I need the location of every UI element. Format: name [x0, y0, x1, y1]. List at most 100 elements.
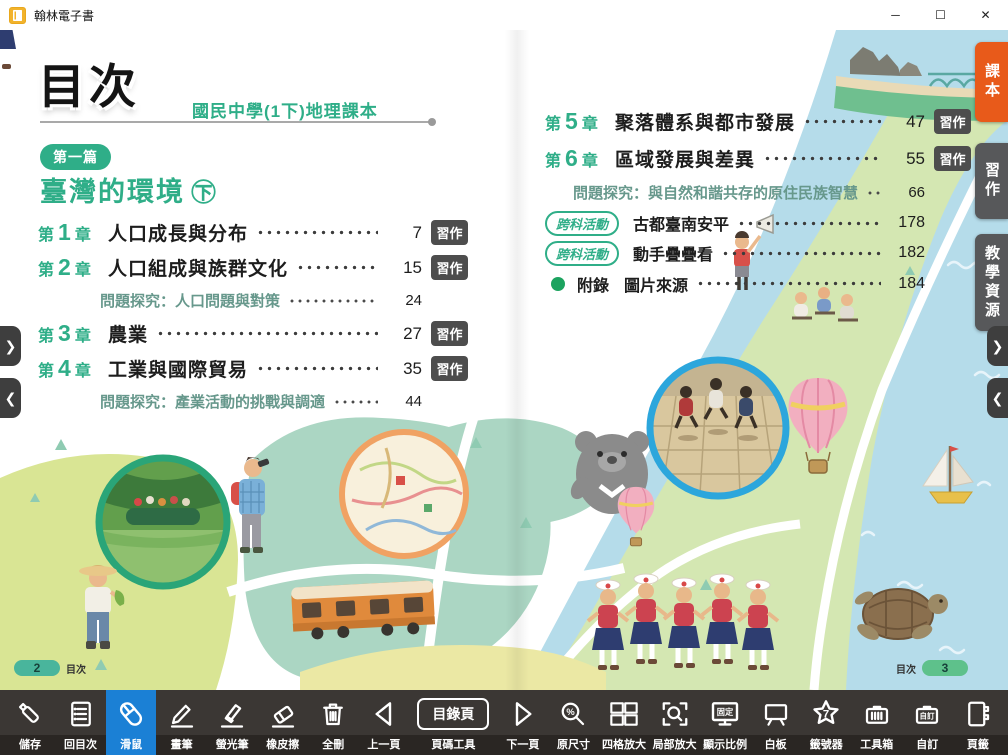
pen-tool-button[interactable]: 畫筆	[157, 690, 207, 755]
toc-page-button[interactable]: 目錄頁	[417, 698, 489, 730]
highlighter-tool-button[interactable]: 螢光筆	[207, 690, 257, 755]
book-spread: 目次 國民中學(1下)地理課本 第一篇 臺灣的環境㊦ 第1章 人口成長與分布 7…	[0, 30, 1008, 690]
page-tabs-button[interactable]: 頁籤	[953, 690, 1003, 755]
cross-discipline-badge: 跨科活動	[545, 241, 619, 266]
four-pane-icon	[603, 695, 645, 732]
page-number: 7	[386, 223, 422, 243]
toc-row-chapter-6[interactable]: 第6章 區域發展與差異 55 習作	[545, 140, 971, 177]
workbook-badge[interactable]: 習作	[934, 146, 971, 171]
percent-magnifier-icon: %	[558, 695, 588, 732]
svg-text:7: 7	[823, 708, 829, 720]
whiteboard-button[interactable]: 白板	[751, 690, 801, 755]
page-number: 182	[889, 244, 925, 262]
chapter-title: 聚落體系與都市發展	[615, 108, 795, 135]
chapter-title: 區域發展與差異	[615, 145, 755, 172]
bracket-magnifier-icon	[660, 695, 690, 732]
workbook-badge[interactable]: 習作	[934, 109, 971, 134]
toc-row-inquiry[interactable]: 問題探究：產業活動的挑戰與調適 44	[38, 386, 468, 417]
page-tool-button[interactable]: 目錄頁 頁碼工具	[409, 690, 497, 755]
trash-icon	[318, 695, 348, 732]
toc-row-chapter-4[interactable]: 第4章 工業與國際貿易 35 習作	[38, 351, 468, 386]
chapter-title: 農業	[108, 320, 148, 347]
page-subtitle: 國民中學(1下)地理課本	[192, 97, 378, 122]
toolbox-button[interactable]: 工具箱	[852, 690, 902, 755]
right-edge-prev-button[interactable]: ❮	[987, 378, 1008, 418]
river-boat-photo	[97, 456, 229, 590]
part-title: 臺灣的環境㊦	[40, 170, 218, 209]
right-edge-next-button[interactable]: ❯	[987, 326, 1008, 366]
mouse-tool-button[interactable]: 滑鼠	[106, 690, 156, 755]
leader-dots	[256, 351, 378, 386]
quad-zoom-button[interactable]: 四格放大	[599, 690, 649, 755]
original-size-button[interactable]: % 原尺寸	[548, 690, 598, 755]
tab-workbook[interactable]: 習作	[975, 143, 1008, 219]
leader-dots	[803, 103, 881, 140]
leader-dots	[288, 285, 378, 316]
prev-page-button[interactable]: 上一頁	[359, 690, 409, 755]
right-page-indicator: 目次 3	[896, 660, 968, 676]
toc-row-chapter-1[interactable]: 第1章 人口成長與分布 7 習作	[38, 215, 468, 250]
leader-dots	[256, 215, 378, 250]
page-number: 66	[889, 184, 925, 201]
partial-zoom-button[interactable]: 局部放大	[650, 690, 700, 755]
part-suffix: ㊦	[191, 179, 218, 207]
left-edge-prev-button[interactable]: ❮	[0, 378, 21, 418]
eraser-tool-button[interactable]: 橡皮擦	[258, 690, 308, 755]
toc-row-inquiry[interactable]: 問題探究：人口問題與對策 24	[38, 285, 468, 316]
leader-dots	[296, 250, 378, 285]
maximize-button[interactable]: ☐	[918, 0, 963, 30]
toc-row-chapter-3[interactable]: 第3章 農業 27 習作	[38, 316, 468, 351]
close-button[interactable]: ✕	[963, 0, 1008, 30]
app-icon	[9, 7, 26, 24]
workbook-badge[interactable]: 習作	[431, 356, 468, 381]
page-number: 55	[889, 149, 925, 169]
toc-row-activity-2[interactable]: 跨科活動 動手疊疊看 182	[545, 238, 971, 268]
left-page-indicator: 2 目次	[14, 660, 86, 676]
appendix-bullet	[551, 277, 565, 291]
page-number: 35	[386, 359, 422, 379]
page-number: 24	[386, 292, 422, 309]
divider	[40, 121, 432, 123]
pen-icon	[167, 695, 197, 732]
minimize-button[interactable]: ─	[873, 0, 918, 30]
page-number: 15	[386, 258, 422, 278]
leader-dots	[737, 208, 881, 238]
toc-left: 第1章 人口成長與分布 7 習作 第2章 人口組成與族群文化 15 習作 問題探…	[38, 215, 468, 417]
save-button[interactable]: 儲存	[5, 690, 55, 755]
titlebar: 翰林電子書 ─ ☐ ✕	[0, 0, 1008, 30]
leader-dots	[156, 316, 378, 351]
leader-dots	[866, 177, 881, 208]
page-number: 184	[889, 275, 925, 293]
tab-teaching-resources[interactable]: 教學資源	[975, 234, 1008, 331]
workbook-badge[interactable]: 習作	[431, 255, 468, 280]
workbook-badge[interactable]: 習作	[431, 220, 468, 245]
toc-row-appendix[interactable]: 附錄 圖片來源 184	[545, 268, 971, 299]
next-page-button[interactable]: 下一頁	[498, 690, 548, 755]
fixed-ratio-monitor-icon: 固定	[709, 695, 741, 732]
leader-dots	[333, 386, 378, 417]
tab-textbook[interactable]: 課本	[975, 42, 1008, 122]
chapter-title: 人口成長與分布	[108, 219, 248, 246]
mouse-icon	[115, 695, 147, 732]
toc-row-chapter-5[interactable]: 第5章 聚落體系與都市發展 47 習作	[545, 103, 971, 140]
toc-row-chapter-2[interactable]: 第2章 人口組成與族群文化 15 習作	[38, 250, 468, 285]
leader-dots	[763, 140, 881, 177]
workbook-badge[interactable]: 習作	[431, 321, 468, 346]
custom-button[interactable]: 自訂 自訂	[902, 690, 952, 755]
toc-row-activity-1[interactable]: 跨科活動 古都臺南安平 178	[545, 208, 971, 238]
app-title: 翰林電子書	[34, 7, 94, 24]
back-to-toc-button[interactable]: 回目次	[56, 690, 106, 755]
part-badge: 第一篇	[40, 144, 111, 170]
svg-text:自訂: 自訂	[920, 710, 935, 720]
toc-list-icon	[66, 695, 96, 732]
save-icon	[15, 695, 45, 732]
page-number: 47	[889, 112, 925, 132]
toc-row-inquiry[interactable]: 問題探究：與自然和諧共存的原住民族智慧 66	[545, 177, 971, 208]
lottery-button[interactable]: 7 籤號器	[801, 690, 851, 755]
page-number-pill: 2	[14, 660, 60, 676]
delete-all-button[interactable]: 全刪	[308, 690, 358, 755]
leader-dots	[696, 268, 881, 299]
display-ratio-button[interactable]: 固定 顯示比例	[700, 690, 750, 755]
left-edge-next-button[interactable]: ❯	[0, 326, 21, 366]
highlighter-icon	[217, 695, 247, 732]
